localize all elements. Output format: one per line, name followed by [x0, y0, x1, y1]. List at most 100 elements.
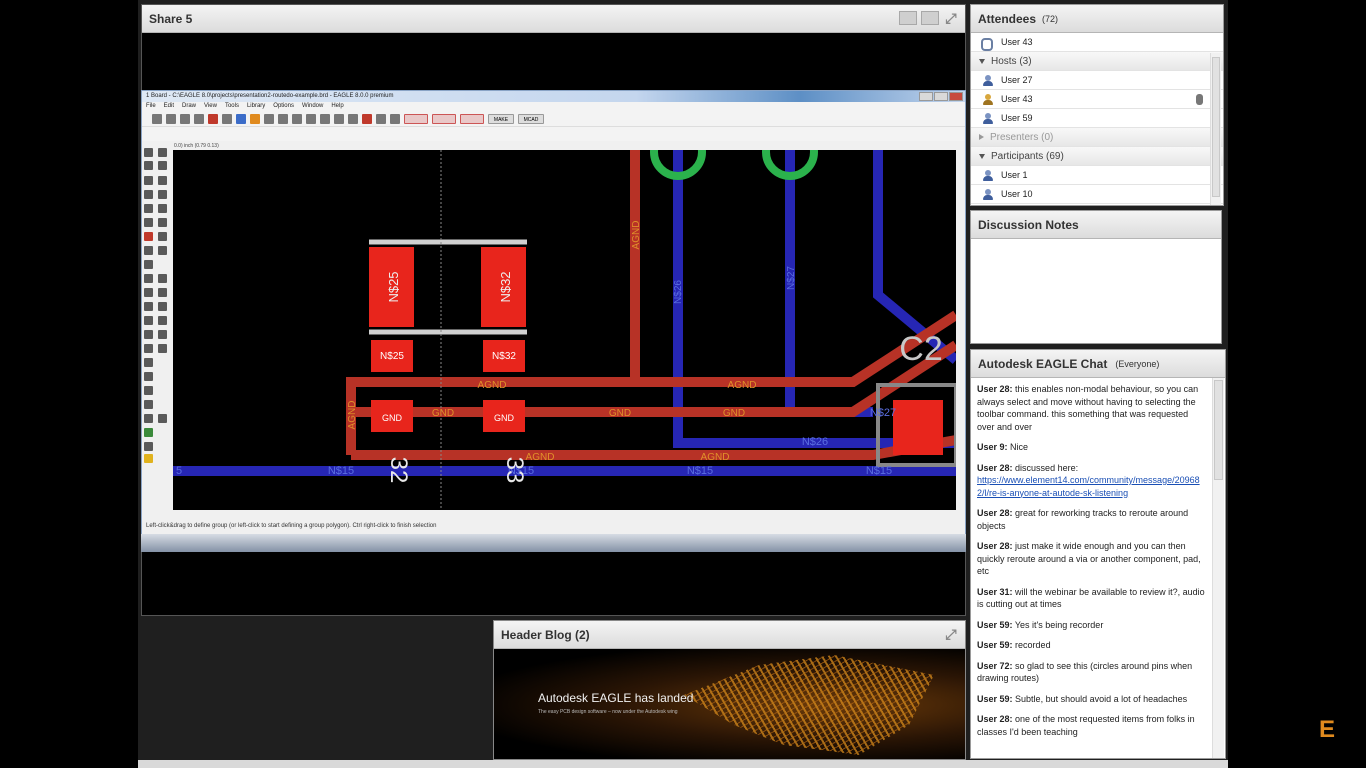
menu-library[interactable]: Library: [247, 102, 265, 111]
erc-icon[interactable]: [432, 113, 456, 124]
ripup-icon[interactable]: [158, 288, 167, 297]
zoom-redraw-icon[interactable]: [320, 113, 330, 124]
schematic-icon[interactable]: [208, 113, 218, 124]
make-button[interactable]: MAKE: [488, 113, 514, 124]
display-icon[interactable]: [144, 161, 153, 170]
zoom-select-icon[interactable]: [306, 113, 316, 124]
miter-icon[interactable]: [158, 316, 167, 325]
attendees-scrollbar[interactable]: [1210, 53, 1221, 205]
rect-icon[interactable]: [144, 358, 153, 367]
wrench-icon[interactable]: [158, 218, 167, 227]
fullscreen-icon[interactable]: ⤢: [943, 11, 959, 27]
menu-window[interactable]: Window: [302, 102, 323, 111]
show-icon[interactable]: [158, 148, 167, 157]
text-icon[interactable]: [158, 330, 167, 339]
fullscreen-icon[interactable]: ⤢: [943, 627, 959, 643]
meander-icon[interactable]: [144, 316, 153, 325]
group-icon[interactable]: [144, 204, 153, 213]
my-status-row[interactable]: User 43: [971, 33, 1223, 52]
chat-scope: (Everyone): [1115, 358, 1160, 369]
drc-tool-icon[interactable]: [144, 428, 153, 437]
dimension-icon[interactable]: [144, 400, 153, 409]
host-user-icon: [983, 93, 993, 105]
help-icon[interactable]: [390, 113, 400, 124]
mcad-button[interactable]: MCAD: [518, 113, 544, 124]
drc-icon[interactable]: [404, 113, 428, 124]
delete-icon[interactable]: [144, 218, 153, 227]
polygon-icon[interactable]: [158, 344, 167, 353]
copy-icon[interactable]: [158, 176, 167, 185]
name-icon[interactable]: [144, 246, 153, 255]
minimize-button[interactable]: [919, 92, 933, 101]
info-icon[interactable]: [144, 148, 153, 157]
replace-icon[interactable]: [144, 232, 153, 241]
menu-file[interactable]: File: [146, 102, 156, 111]
stop-icon[interactable]: [362, 113, 372, 124]
attendee-row[interactable]: User 1: [971, 166, 1223, 185]
label-n15-edge: 5: [176, 465, 182, 477]
go-icon[interactable]: [376, 113, 386, 124]
chat-scrollbar[interactable]: [1212, 378, 1224, 758]
hole-icon[interactable]: [144, 386, 153, 395]
menu-help[interactable]: Help: [331, 102, 343, 111]
fit-width-button[interactable]: [899, 11, 917, 25]
wire-icon[interactable]: [144, 302, 153, 311]
zoom-out-icon[interactable]: [292, 113, 302, 124]
maximize-button[interactable]: [934, 92, 948, 101]
cam-icon[interactable]: [194, 113, 204, 124]
line-icon[interactable]: [144, 330, 153, 339]
menu-view[interactable]: View: [204, 102, 217, 111]
mirror-icon[interactable]: [144, 190, 153, 199]
scroll-thumb[interactable]: [1212, 57, 1220, 197]
warning-icon[interactable]: [144, 454, 153, 463]
print-icon[interactable]: [180, 113, 190, 124]
rotate-icon[interactable]: [158, 190, 167, 199]
board-icon[interactable]: [222, 113, 232, 124]
scroll-thumb[interactable]: [1214, 380, 1223, 480]
save-icon[interactable]: [166, 113, 176, 124]
zoom-fit-icon[interactable]: [264, 113, 274, 124]
pcb-canvas[interactable]: N$25 N$32 N$25 N$32 GND GND GND GND GND …: [173, 150, 956, 510]
close-button[interactable]: [949, 92, 963, 101]
circle-icon[interactable]: [144, 344, 153, 353]
attendee-row[interactable]: User 27: [971, 71, 1223, 90]
attendee-row[interactable]: User 43: [971, 90, 1223, 109]
group-participants[interactable]: Participants (69): [971, 147, 1223, 166]
chat-user: User 28:: [977, 541, 1013, 551]
fit-screen-button[interactable]: [921, 11, 939, 25]
menu-draw[interactable]: Draw: [182, 102, 196, 111]
menu-tools[interactable]: Tools: [225, 102, 239, 111]
group-hosts[interactable]: Hosts (3): [971, 52, 1223, 71]
menu-edit[interactable]: Edit: [164, 102, 174, 111]
redo-icon[interactable]: [348, 113, 358, 124]
chat-link[interactable]: https://www.element14.com/community/mess…: [977, 475, 1200, 498]
optimize-icon[interactable]: [158, 274, 167, 283]
move-icon[interactable]: [144, 176, 153, 185]
erc-tool-icon[interactable]: [144, 442, 153, 451]
ratsnest-icon[interactable]: [144, 414, 153, 423]
route-icon[interactable]: [144, 288, 153, 297]
group-presenters[interactable]: Presenters (0): [971, 128, 1223, 147]
blog-banner[interactable]: Autodesk EAGLE has landed The easy PCB d…: [494, 649, 965, 759]
arc-icon[interactable]: [158, 302, 167, 311]
lock-icon[interactable]: [158, 232, 167, 241]
autorouter-icon[interactable]: [460, 113, 484, 124]
script-icon[interactable]: [236, 113, 246, 124]
mark-icon[interactable]: [158, 161, 167, 170]
attendee-row[interactable]: User 10: [971, 185, 1223, 204]
eagle-circuit-image: [684, 655, 934, 755]
menu-options[interactable]: Options: [273, 102, 294, 111]
undo-icon[interactable]: [334, 113, 344, 124]
autorouter-tool-icon[interactable]: [158, 414, 167, 423]
via-icon[interactable]: [144, 372, 153, 381]
chat-message: User 28: one of the most requested items…: [977, 713, 1207, 738]
padlock-icon[interactable]: [144, 260, 153, 269]
zoom-in-icon[interactable]: [278, 113, 288, 124]
attendee-row[interactable]: User 59: [971, 109, 1223, 128]
ulp-icon[interactable]: [250, 113, 260, 124]
open-icon[interactable]: [152, 113, 162, 124]
value-icon[interactable]: [158, 246, 167, 255]
change-icon[interactable]: [158, 204, 167, 213]
label-n15-1: N$15: [328, 465, 354, 477]
split-icon[interactable]: [144, 274, 153, 283]
